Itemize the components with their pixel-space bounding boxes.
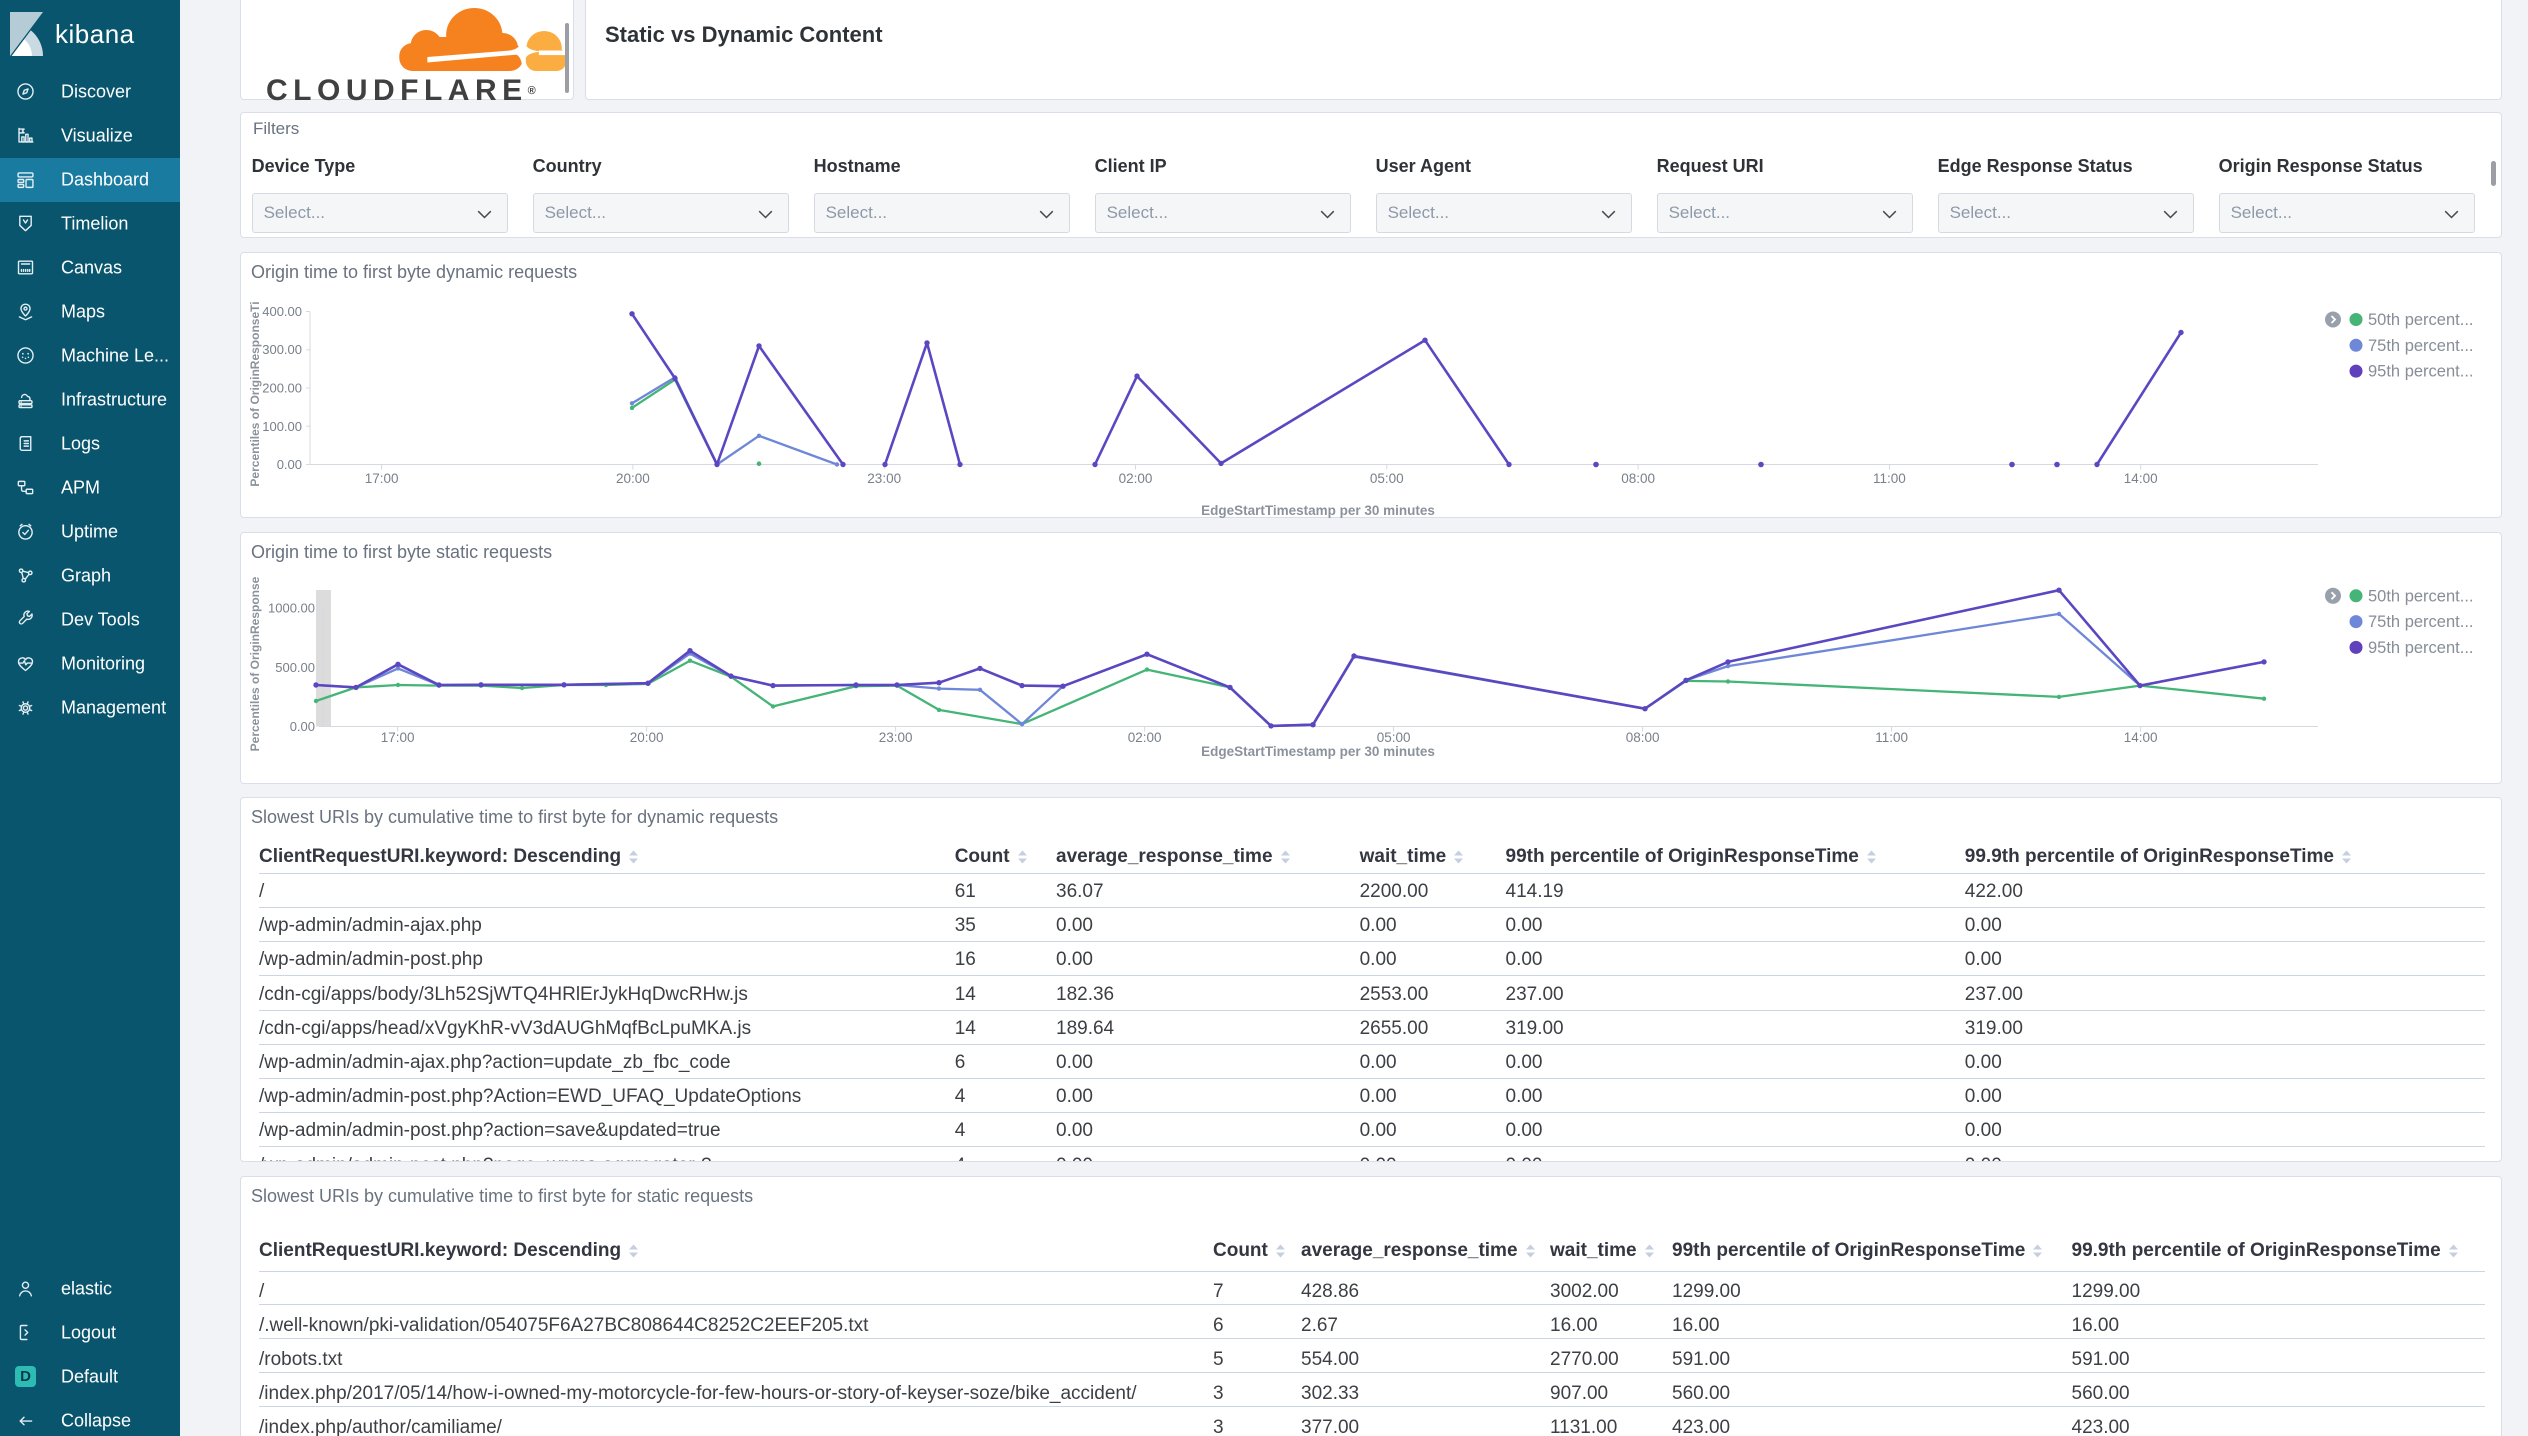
svg-text:95th percent...: 95th percent...: [2368, 639, 2474, 657]
svg-text:0.00: 0.00: [290, 719, 315, 734]
svg-text:08:00: 08:00: [1626, 730, 1660, 745]
svg-text:17:00: 17:00: [365, 471, 399, 486]
svg-text:11:00: 11:00: [1873, 471, 1906, 486]
svg-text:23:00: 23:00: [867, 471, 901, 486]
svg-text:Percentiles of OriginResponseT: Percentiles of OriginResponseTi: [248, 301, 262, 486]
svg-text:0.00: 0.00: [277, 457, 302, 472]
svg-text:14:00: 14:00: [2124, 471, 2158, 486]
svg-text:08:00: 08:00: [1621, 471, 1655, 486]
svg-text:50th percent...: 50th percent...: [2368, 311, 2474, 329]
svg-text:20:00: 20:00: [616, 471, 650, 486]
svg-text:05:00: 05:00: [1370, 471, 1404, 486]
svg-text:EdgeStartTimestamp per 30 minu: EdgeStartTimestamp per 30 minutes: [1201, 744, 1435, 759]
svg-text:300.00: 300.00: [262, 342, 302, 357]
svg-text:400.00: 400.00: [262, 304, 302, 319]
svg-text:02:00: 02:00: [1128, 730, 1162, 745]
svg-text:95th percent...: 95th percent...: [2368, 363, 2474, 381]
svg-text:11:00: 11:00: [1875, 730, 1908, 745]
svg-text:EdgeStartTimestamp per 30 minu: EdgeStartTimestamp per 30 minutes: [1201, 503, 1435, 518]
svg-text:17:00: 17:00: [381, 730, 415, 745]
svg-text:75th percent...: 75th percent...: [2368, 337, 2474, 355]
svg-text:50th percent...: 50th percent...: [2368, 587, 2474, 605]
svg-text:23:00: 23:00: [879, 730, 913, 745]
svg-text:75th percent...: 75th percent...: [2368, 613, 2474, 631]
svg-text:Percentiles of OriginResponse: Percentiles of OriginResponse: [248, 576, 262, 751]
svg-text:14:00: 14:00: [2124, 730, 2158, 745]
svg-text:500.00: 500.00: [275, 660, 315, 675]
svg-text:1000.00: 1000.00: [268, 601, 315, 616]
svg-text:05:00: 05:00: [1377, 730, 1411, 745]
svg-text:20:00: 20:00: [630, 730, 664, 745]
svg-text:02:00: 02:00: [1119, 471, 1153, 486]
svg-text:200.00: 200.00: [262, 381, 302, 396]
svg-text:100.00: 100.00: [262, 419, 302, 434]
